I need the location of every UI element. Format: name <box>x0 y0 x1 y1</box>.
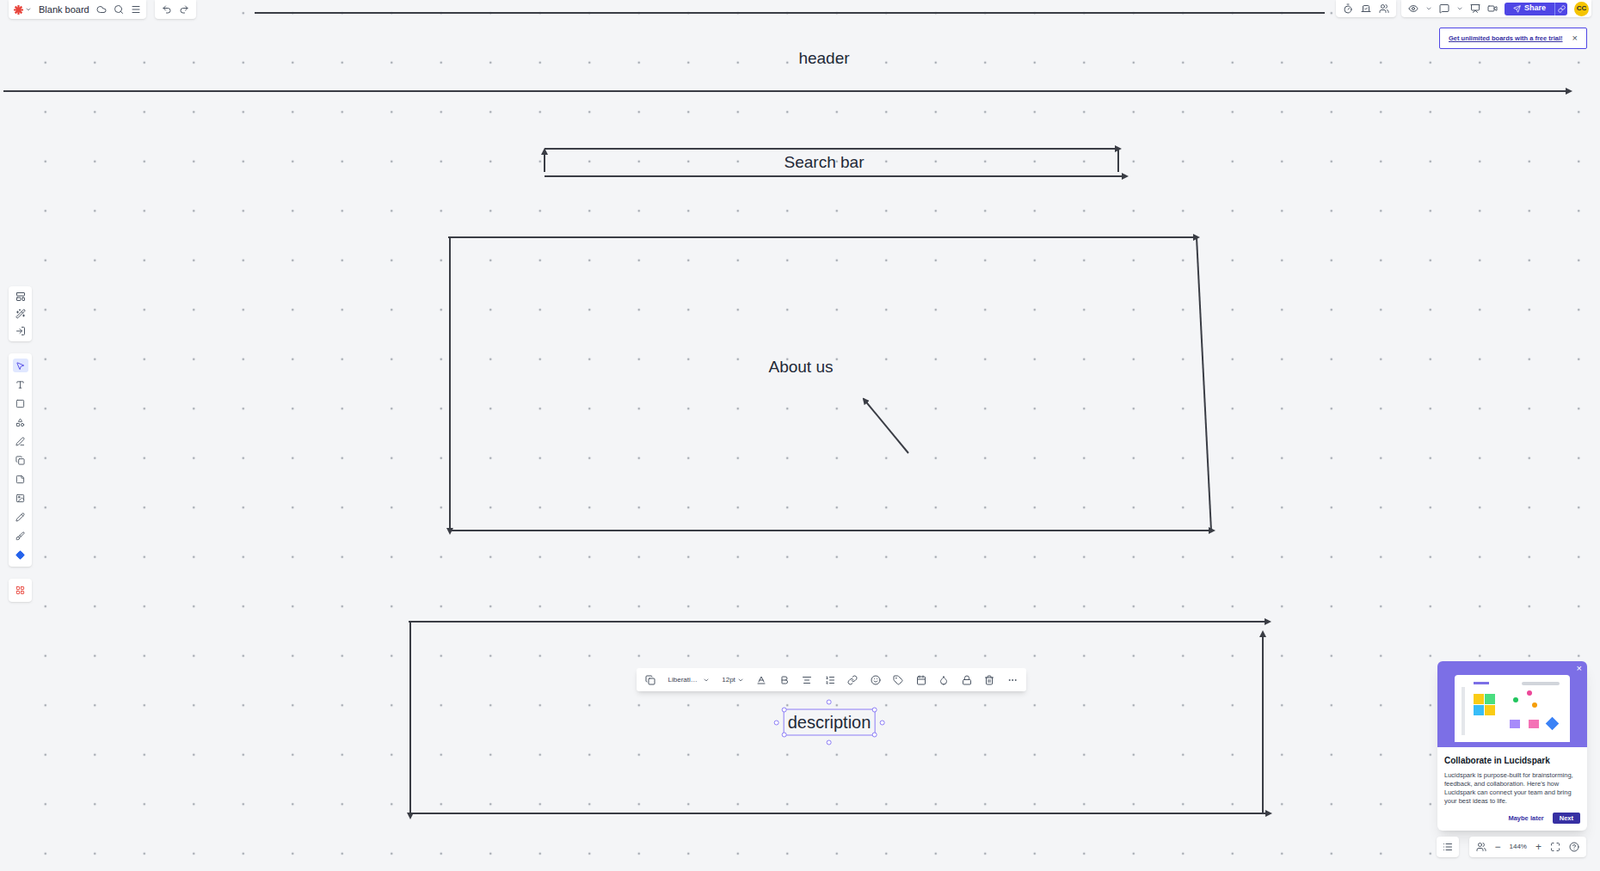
shape-swap-icon[interactable] <box>645 675 656 686</box>
bottom-toolbar: −144% + <box>1436 836 1588 858</box>
tool-button[interactable] <box>12 453 29 468</box>
comment-icon[interactable] <box>1439 3 1450 14</box>
board-text[interactable]: header <box>794 46 853 71</box>
tool-button[interactable] <box>12 434 29 449</box>
tool-button[interactable] <box>12 396 29 411</box>
popup-primary-button[interactable]: Next <box>1552 812 1581 825</box>
header-arrow[interactable] <box>3 90 1571 93</box>
video-icon[interactable] <box>1487 3 1498 14</box>
tool-icon <box>15 380 25 390</box>
present-icon[interactable] <box>1470 3 1481 14</box>
font-size-select[interactable]: 12pt <box>721 675 745 686</box>
apps-icon[interactable] <box>15 585 25 596</box>
timer-icon[interactable] <box>1342 3 1354 14</box>
trial-banner: Get unlimited boards with a free trial! × <box>1439 27 1588 50</box>
undo-icon[interactable] <box>161 4 173 15</box>
align-icon[interactable] <box>801 675 813 686</box>
date-icon[interactable] <box>916 675 927 686</box>
vote-icon[interactable] <box>1360 3 1372 14</box>
tool-icon <box>15 436 25 447</box>
board-text[interactable]: Search bar <box>781 150 868 175</box>
popup-title: Collaborate in Lucidspark <box>1444 754 1581 768</box>
bold-icon[interactable] <box>779 675 790 686</box>
popup-secondary-button[interactable]: Maybe later <box>1507 813 1544 824</box>
tag-icon[interactable] <box>892 675 904 686</box>
tool-icon <box>15 474 25 485</box>
import-icon[interactable] <box>15 326 26 337</box>
trial-link[interactable]: Get unlimited boards with a free trial! <box>1448 33 1564 44</box>
tool-button[interactable] <box>12 415 29 430</box>
list-icon[interactable] <box>824 675 836 686</box>
share-button[interactable]: Share <box>1504 2 1555 16</box>
link-icon[interactable] <box>1554 2 1568 16</box>
banner-close[interactable]: × <box>1572 33 1578 44</box>
tool-icon <box>15 550 25 560</box>
tool-icon <box>15 512 25 523</box>
tool-button[interactable] <box>12 529 29 543</box>
tool-button[interactable] <box>12 510 29 524</box>
view-icon[interactable] <box>1408 3 1419 14</box>
left-toolbar <box>8 286 32 603</box>
tool-icon <box>15 361 25 371</box>
tool-icon <box>15 493 25 504</box>
font-select[interactable]: Liberati… <box>668 675 710 686</box>
popup-close[interactable]: × <box>1576 664 1582 674</box>
redo-icon[interactable] <box>178 4 190 15</box>
outline-icon[interactable] <box>1442 842 1453 853</box>
logo-icon[interactable] <box>13 5 32 15</box>
cloud-icon[interactable] <box>96 4 107 15</box>
tool-button[interactable] <box>12 491 29 505</box>
more-icon[interactable] <box>1007 675 1018 686</box>
fullscreen-icon[interactable] <box>1550 842 1561 853</box>
collaborate-popup: × Collaborate in Lucidspark Lucidspark is … <box>1437 661 1588 831</box>
board-text[interactable]: About us <box>765 355 837 380</box>
top-left-toolbar: Blank board <box>8 0 197 19</box>
top-line[interactable] <box>254 12 1325 14</box>
tool-button[interactable] <box>12 472 29 487</box>
board-title[interactable]: Blank board <box>38 2 90 18</box>
zoom-in[interactable]: + <box>1535 839 1542 856</box>
reaction-icon[interactable] <box>870 675 881 686</box>
text-toolbar: Liberati… 12pt <box>636 668 1027 692</box>
help-icon[interactable] <box>1569 842 1580 853</box>
tool-icon <box>15 418 25 428</box>
follow-icon[interactable] <box>1476 842 1487 853</box>
templates-icon[interactable] <box>15 291 26 302</box>
board-text[interactable]: description <box>783 709 876 737</box>
delete-icon[interactable] <box>984 675 995 686</box>
popup-illustration: × <box>1437 661 1588 748</box>
tool-icon <box>15 531 25 542</box>
zoom-level[interactable]: 144% <box>1509 842 1527 853</box>
style-icon[interactable] <box>938 675 949 686</box>
collaborators-icon[interactable] <box>1378 3 1390 14</box>
search-icon[interactable] <box>113 4 124 15</box>
board-drawing[interactable] <box>0 0 1600 871</box>
menu-icon[interactable] <box>130 4 142 15</box>
lucidspark-board: header Search bar About us description Blank… <box>0 0 1600 871</box>
user-avatar[interactable]: CC <box>1574 1 1589 17</box>
zoom-out[interactable]: − <box>1495 839 1502 856</box>
lock-icon[interactable] <box>961 675 973 686</box>
link-icon[interactable] <box>847 675 858 686</box>
tool-button[interactable] <box>12 377 29 392</box>
popup-body: Lucidspark is purpose-built for brainsto… <box>1444 771 1581 807</box>
tool-icon <box>15 455 25 466</box>
tool-icon <box>15 399 25 409</box>
text-color-icon[interactable] <box>756 675 767 686</box>
tool-button[interactable] <box>12 358 29 373</box>
tool-button[interactable] <box>12 547 29 562</box>
top-right-toolbar: Share CC <box>1335 0 1592 18</box>
magic-icon[interactable] <box>15 308 26 320</box>
